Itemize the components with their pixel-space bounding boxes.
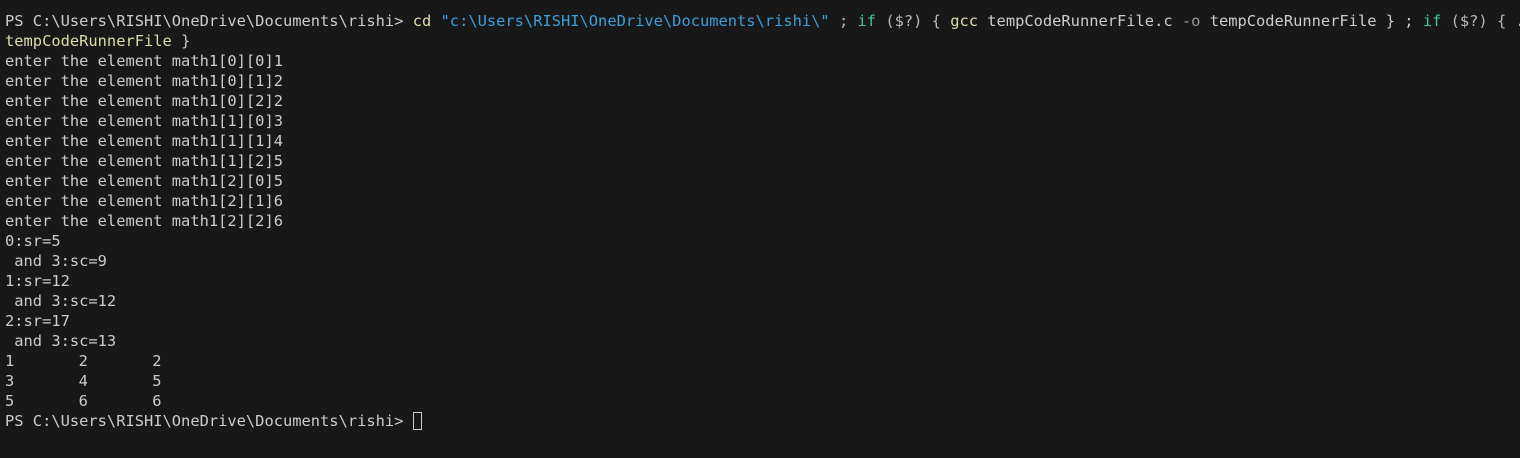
matrix-cell: 6 [78, 392, 88, 410]
output-line: enter the element math1[1][0]3 [5, 112, 283, 130]
final-prompt-line[interactable]: PS C:\Users\RISHI\OneDrive\Documents\ris… [5, 411, 1520, 431]
prompt: PS C:\Users\RISHI\OneDrive\Documents\ris… [5, 12, 413, 30]
matrix-cell: 5 [5, 392, 15, 410]
terminal-panel[interactable]: PS C:\Users\RISHI\OneDrive\Documents\ris… [0, 0, 1520, 458]
matrix-cell: 1 [5, 352, 15, 370]
matrix-cell: 2 [152, 352, 162, 370]
separator: ; [829, 12, 858, 30]
run-executable: tempCodeRunnerFile [5, 32, 172, 50]
output-line: enter the element math1[0][1]2 [5, 72, 283, 90]
matrix-cell: 2 [78, 352, 88, 370]
text-cursor[interactable] [412, 412, 422, 430]
output-line: and 3:sc=13 [5, 332, 117, 350]
matrix-row: 3 4 5 [5, 371, 1520, 391]
output-line: and 3:sc=12 [5, 292, 117, 310]
matrix-cell: 4 [78, 372, 88, 390]
gcc-command: gcc [950, 12, 979, 30]
condition: ($?) { [1441, 12, 1516, 30]
output-line: and 3:sc=9 [5, 252, 107, 270]
matrix-cell: 5 [152, 372, 162, 390]
cd-command: cd [412, 12, 432, 30]
gcc-args: tempCodeRunnerFile.c [978, 12, 1182, 30]
matrix-cell: 6 [152, 392, 162, 410]
matrix-row: 5 6 6 [5, 391, 1520, 411]
cd-path: "c:\Users\RISHI\OneDrive\Documents\rishi… [440, 12, 830, 30]
if-keyword: if [1422, 12, 1442, 30]
output-line: enter the element math1[1][2]5 [5, 152, 283, 170]
output-line: 0:sr=5 [5, 232, 61, 250]
output-line: 2:sr=17 [5, 312, 70, 330]
output-line: enter the element math1[2][1]6 [5, 192, 283, 210]
command-line-wrap: tempCodeRunnerFile } [5, 31, 1520, 51]
output-line: enter the element math1[0][0]1 [5, 52, 283, 70]
output-flag: -o [1181, 12, 1201, 30]
gcc-output: tempCodeRunnerFile } ; [1200, 12, 1423, 30]
output-line: enter the element math1[2][0]5 [5, 172, 283, 190]
matrix-row: 1 2 2 [5, 351, 1520, 371]
if-keyword: if [857, 12, 877, 30]
prompt: PS C:\Users\RISHI\OneDrive\Documents\ris… [5, 412, 413, 430]
run-prefix: .\ [1516, 12, 1520, 30]
output-line: enter the element math1[1][1]4 [5, 132, 283, 150]
condition: ($?) { [876, 12, 951, 30]
close-brace: } [171, 32, 191, 50]
matrix-cell: 3 [5, 372, 15, 390]
output-line: 1:sr=12 [5, 272, 70, 290]
output-line: enter the element math1[0][2]2 [5, 92, 283, 110]
command-line: PS C:\Users\RISHI\OneDrive\Documents\ris… [5, 11, 1520, 31]
output-line: enter the element math1[2][2]6 [5, 212, 283, 230]
